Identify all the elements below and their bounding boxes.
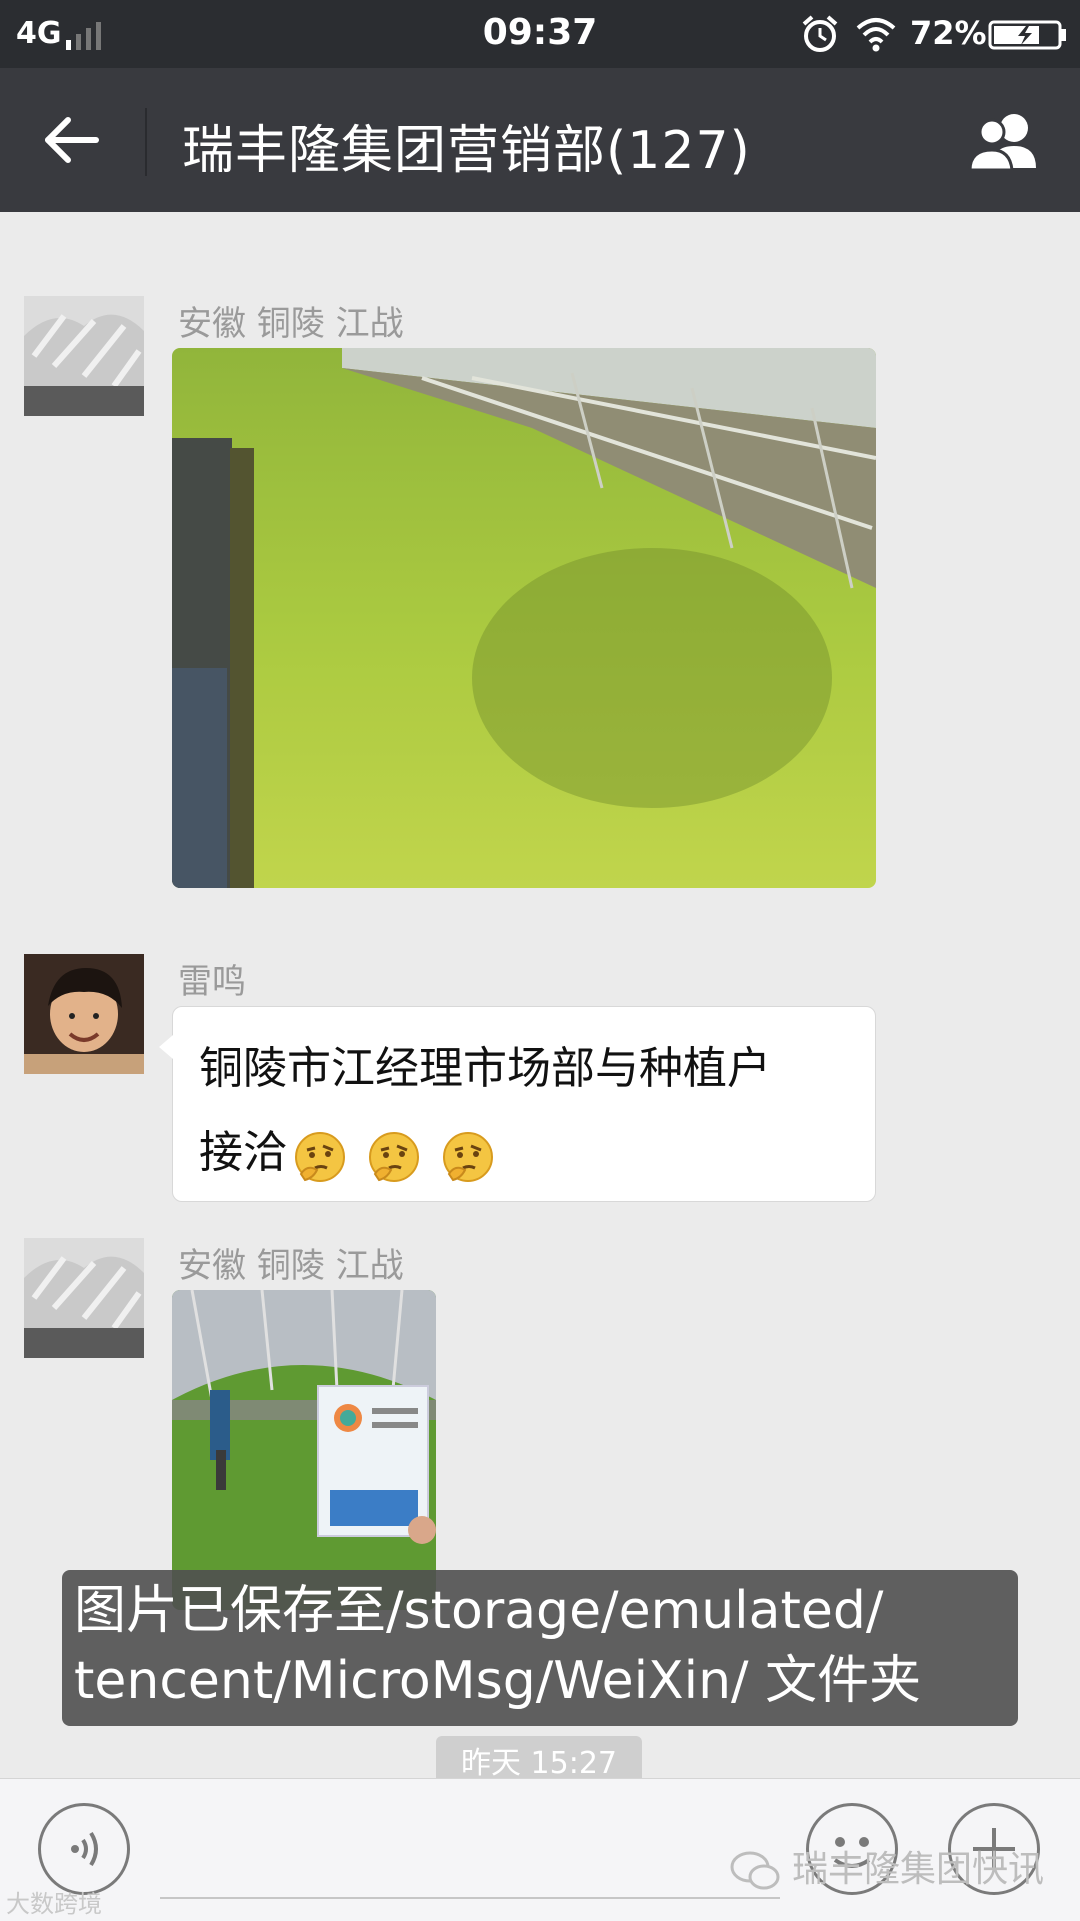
message-timestamp: 昨天 15:27 [436,1736,642,1784]
image-message-greenhouse[interactable] [172,348,876,888]
header-divider [145,108,147,176]
avatar-jiangzhan[interactable] [24,1238,144,1358]
save-toast: 图片已保存至/storage/emulated/ tencent/MicroMs… [62,1570,1018,1726]
message-input[interactable] [160,1897,780,1899]
avatar-jiangzhan[interactable] [24,296,144,416]
voice-input-button[interactable] [38,1803,130,1895]
battery-percent: 72% [910,14,987,52]
bubble-tail [159,1035,173,1059]
watermark-text: 瑞丰隆集团快讯 [792,1849,1045,1890]
group-members-icon[interactable] [962,110,1048,174]
thinking-face-icon [369,1132,419,1182]
avatar-leiming[interactable] [24,954,144,1074]
chat-title: 瑞丰隆集团营销部(127) [182,121,751,181]
thinking-face-icon [443,1132,493,1182]
wechat-icon [730,1851,780,1890]
toast-line2: tencent/MicroMsg/WeiXin/ 文件夹 [74,1651,922,1711]
watermark: 瑞丰隆集团快讯 [730,1840,1044,1893]
image-message-product[interactable] [172,1290,436,1610]
message-text-line1: 铜陵市江经理市场部与种植户 [199,1043,771,1094]
voice-icon [71,1831,98,1867]
message-text-line2-wrap: 接洽 [199,1111,849,1197]
sender-name: 雷鸣 [178,962,246,1002]
toast-line1: 图片已保存至/storage/emulated/ [74,1581,884,1641]
sender-name: 安徽 铜陵 江战 [178,304,404,344]
sender-name: 安徽 铜陵 江战 [178,1246,404,1286]
back-arrow-icon[interactable] [40,108,104,172]
message-text-line2: 接洽 [199,1127,287,1178]
wifi-icon [856,18,896,52]
emoji-row [287,1113,495,1197]
status-bar: 4G 09:37 72% [0,0,1080,68]
watermark-bottom-left: 大数跨境 [6,1890,102,1918]
battery-icon [988,20,1066,50]
text-message[interactable]: 铜陵市江经理市场部与种植户 接洽 [159,1006,876,1202]
chat-header: 瑞丰隆集团营销部(127) [0,68,1080,212]
thinking-face-icon [295,1132,345,1182]
alarm-icon [802,15,838,52]
